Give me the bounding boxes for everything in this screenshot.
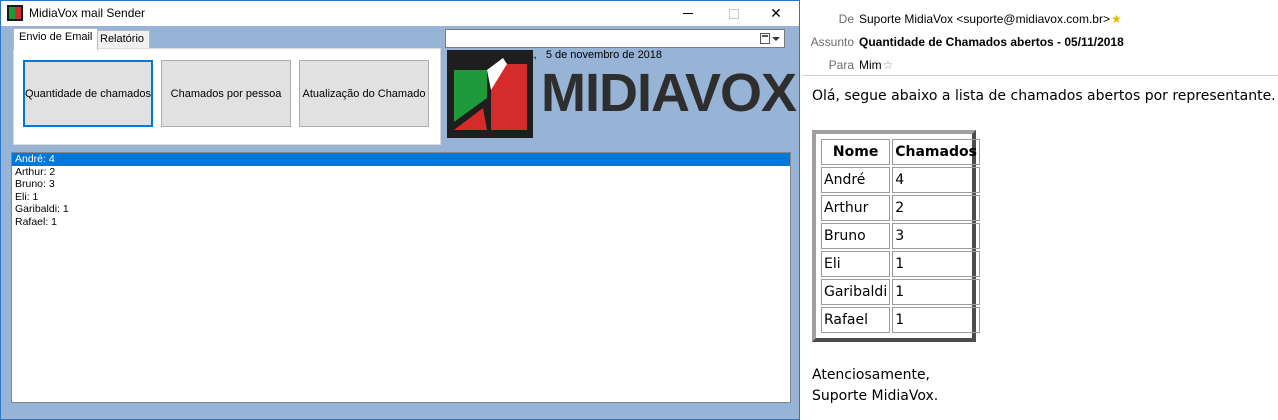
maximize-icon [729,8,739,19]
subject-row: Assunto Quantidade de Chamados abertos -… [802,33,1278,51]
column-header-chamados: Chamados [892,139,980,165]
table-cell-nome: Rafael [821,307,891,333]
date-picker[interactable]: segunda-feira, 5 de novembro de 2018 [445,29,785,61]
close-button[interactable]: ✕ [753,1,799,26]
form-client-area: Envio de Email Relatório Quantidade de c… [1,26,799,419]
list-item[interactable]: Rafael: 1 [12,216,790,229]
table-cell-chamados: 3 [892,223,980,249]
to-value[interactable]: Mim☆ [859,56,893,74]
list-item[interactable]: Garibaldi: 1 [12,203,790,216]
to-address[interactable]: Mim [859,58,882,72]
chevron-down-icon [772,36,780,41]
list-item[interactable]: André: 4 [12,153,790,166]
email-signature: Suporte MidiaVox. [812,388,939,404]
list-item[interactable]: Bruno: 3 [12,178,790,191]
table-row: André 4 [821,167,980,193]
table-cell-chamados: 1 [892,279,980,305]
calendar-dropdown-button[interactable] [760,32,782,45]
atualizacao-do-chamado-button[interactable]: Atualização do Chamado [299,60,429,127]
email-greeting: Olá, segue abaixo a lista de chamados ab… [812,88,1276,104]
calendar-icon [760,33,770,44]
tab-envio-de-email[interactable]: Envio de Email [13,28,99,50]
table-row: Eli 1 [821,251,980,277]
minimize-icon [683,13,693,14]
from-row: De Suporte MidiaVox <suporte@midiavox.co… [802,10,1278,28]
chamados-por-pessoa-button[interactable]: Chamados por pessoa [161,60,291,127]
title-bar[interactable]: MidiaVox mail Sender ✕ [1,1,799,26]
email-view: De Suporte MidiaVox <suporte@midiavox.co… [802,0,1278,420]
table-cell-chamados: 2 [892,195,980,221]
from-label: De [838,12,854,26]
from-value[interactable]: Suporte MidiaVox <suporte@midiavox.com.b… [859,10,1122,28]
midiavox-logo: MIDIAVOX [445,50,797,139]
list-item[interactable]: Eli: 1 [12,191,790,204]
quantidade-de-chamados-button[interactable]: Quantidade de chamados [23,60,153,127]
subject-value: Quantidade de Chamados abertos - 05/11/2… [859,35,1124,49]
email-header: De Suporte MidiaVox <suporte@midiavox.co… [802,0,1278,76]
from-address[interactable]: Suporte MidiaVox <suporte@midiavox.com.b… [859,12,1110,26]
star-outline-icon[interactable]: ☆ [883,58,894,72]
email-closing: Atenciosamente, [812,367,931,383]
table-cell-nome: André [821,167,891,193]
table-cell-nome: Arthur [821,195,891,221]
maximize-button [711,1,757,26]
chamados-table: Nome Chamados André 4 Arthur 2 Bruno 3 E… [819,137,982,335]
table-cell-chamados: 1 [892,307,980,333]
tab-panel-envio: Quantidade de chamados Chamados por pess… [13,48,441,145]
to-label: Para [828,58,854,72]
list-item[interactable]: Arthur: 2 [12,166,790,179]
table-row: Garibaldi 1 [821,279,980,305]
window-title: MidiaVox mail Sender [29,6,146,20]
table-header-row: Nome Chamados [821,139,980,165]
chamados-listbox[interactable]: André: 4 Arthur: 2 Bruno: 3 Eli: 1 Garib… [11,152,791,403]
app-window: MidiaVox mail Sender ✕ Envio de Email Re… [0,0,800,420]
column-header-nome: Nome [821,139,891,165]
table-cell-chamados: 4 [892,167,980,193]
close-icon: ✕ [770,5,782,21]
chamados-table-frame: Nome Chamados André 4 Arthur 2 Bruno 3 E… [812,130,980,342]
tab-relatorio[interactable]: Relatório [94,30,151,49]
minimize-button[interactable] [665,1,711,26]
to-row: Para Mim☆ [802,56,1278,74]
midiavox-logo-text: MIDIAVOX [541,63,797,123]
table-row: Arthur 2 [821,195,980,221]
table-row: Rafael 1 [821,307,980,333]
table-cell-nome: Garibaldi [821,279,891,305]
subject-label: Assunto [810,35,854,49]
star-filled-icon[interactable]: ★ [1111,12,1122,26]
midiavox-logo-mark-icon [447,50,533,138]
table-cell-chamados: 1 [892,251,980,277]
table-cell-nome: Eli [821,251,891,277]
app-icon [7,5,23,21]
table-cell-nome: Bruno [821,223,891,249]
table-row: Bruno 3 [821,223,980,249]
